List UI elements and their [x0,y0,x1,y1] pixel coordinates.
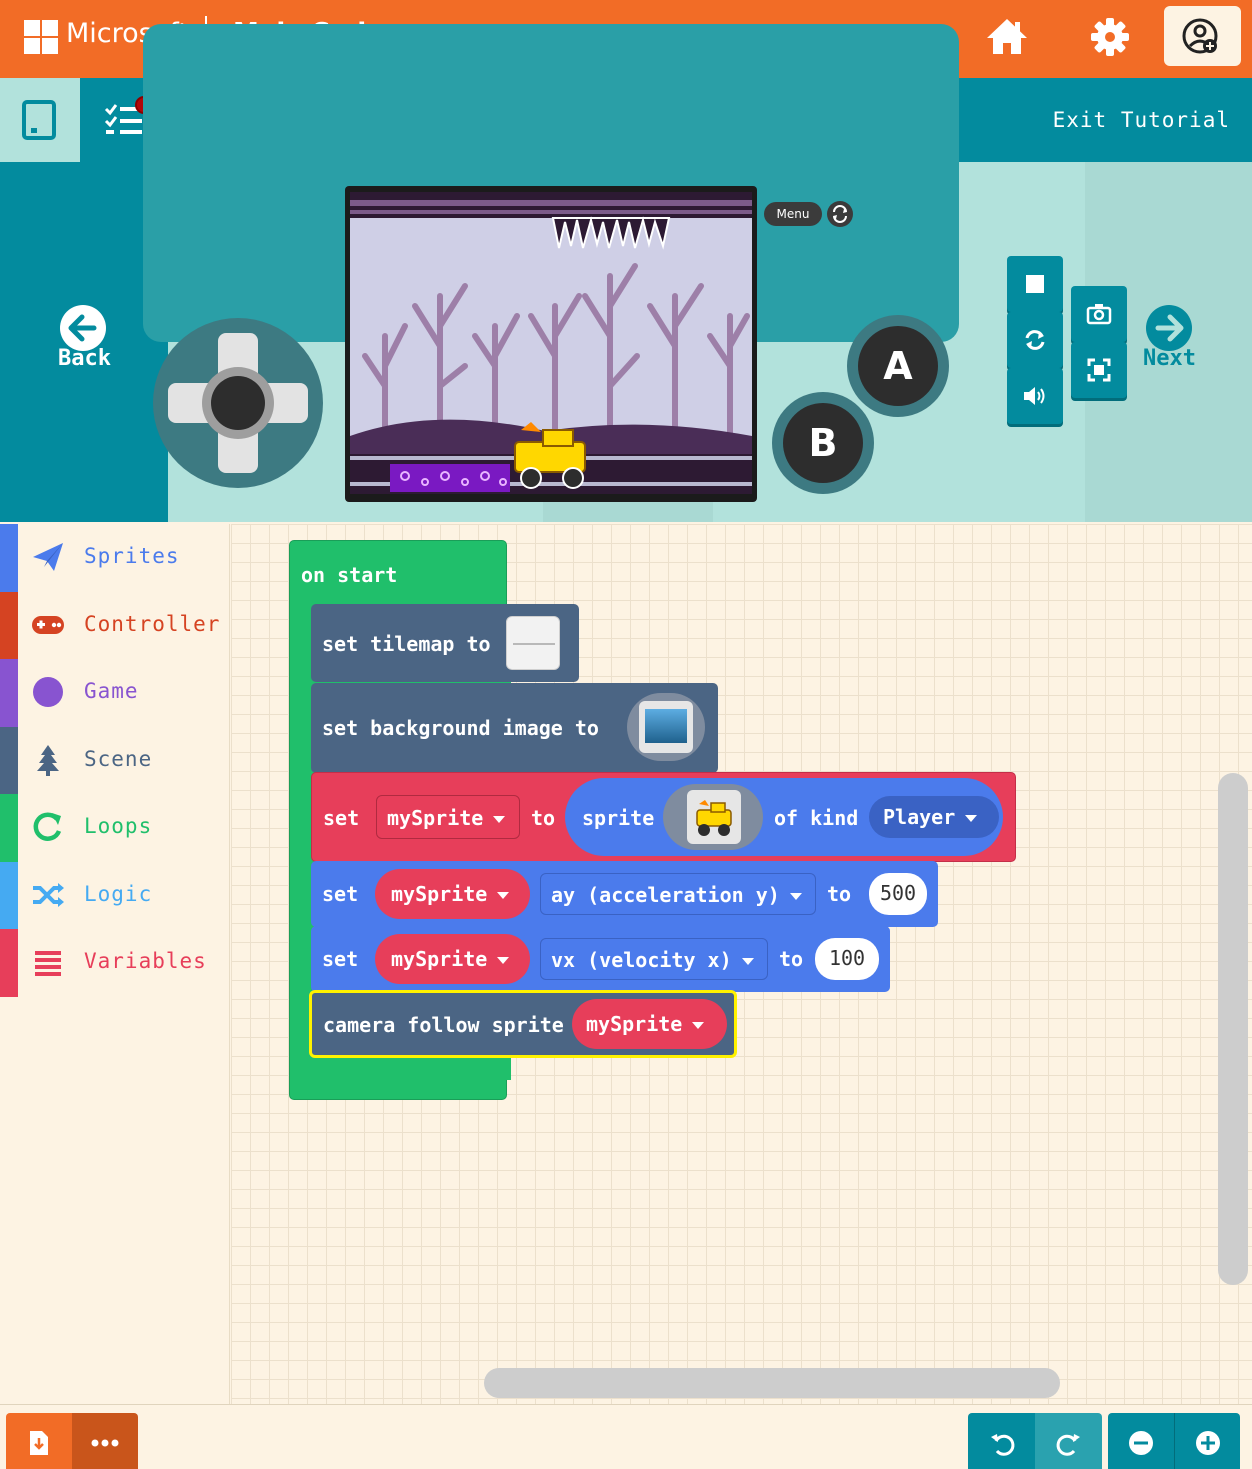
gear-icon[interactable] [1087,14,1133,60]
tilemap-thumbnail[interactable] [506,616,560,670]
microsoft-logo-icon [24,20,58,54]
variable-dropdown[interactable]: mySprite [375,869,530,919]
gamepad-icon [32,616,64,634]
simulator-tab[interactable] [0,78,80,162]
paper-plane-icon [33,543,63,571]
game-scene-image [350,192,752,494]
property-dropdown-ay[interactable]: ay (acceleration y) [540,873,816,915]
tree-icon [37,745,59,776]
sprite-image-thumbnail[interactable] [687,790,741,844]
a-button[interactable]: A [858,326,938,406]
plus-circle-icon [1196,1431,1220,1455]
next-button[interactable]: Next [1143,346,1196,371]
user-add-icon [1182,18,1218,54]
set-background-block[interactable]: set background image to [311,683,718,773]
acceleration-value-input[interactable]: 500 [869,873,927,915]
category-variables[interactable]: Variables [0,929,230,997]
vertical-scrollbar[interactable] [1218,773,1248,1285]
variable-dropdown[interactable]: mySprite [376,795,520,839]
velocity-value-input[interactable]: 100 [815,938,879,980]
dpad-icon [168,333,308,473]
stop-button[interactable] [1007,256,1063,312]
truck-sprite-icon [696,800,732,836]
redo-icon [1056,1434,1080,1456]
category-scene[interactable]: Scene [0,727,230,795]
fullscreen-icon [1087,358,1111,382]
zoom-out-button[interactable] [1108,1413,1174,1469]
set-velocity-block[interactable]: set mySprite vx (velocity x) to 100 [311,926,890,992]
dpad[interactable] [153,318,323,488]
set-tilemap-block[interactable]: set tilemap to [311,604,579,682]
bottom-toolbar [0,1404,1252,1469]
user-account-button[interactable] [1164,6,1241,66]
fullscreen-button[interactable] [1071,342,1127,398]
volume-icon [1024,387,1045,405]
kind-dropdown[interactable]: Player [869,796,999,838]
download-button[interactable] [6,1413,72,1469]
zoom-in-button[interactable] [1174,1413,1240,1469]
shuffle-icon [33,883,64,907]
loop-arrow-icon [33,812,62,841]
variable-dropdown[interactable]: mySprite [375,934,530,984]
undo-icon [991,1434,1015,1456]
category-sprites[interactable]: Sprites [0,524,230,592]
download-icon [30,1431,48,1455]
category-logic[interactable]: Logic [0,862,230,930]
set-acceleration-block[interactable]: set mySprite ay (acceleration y) to 500 [311,861,938,927]
horizontal-scrollbar[interactable] [484,1368,1060,1398]
back-button[interactable]: Back [58,346,111,371]
category-loops[interactable]: Loops [0,794,230,862]
category-controller[interactable]: Controller [0,592,230,660]
home-icon[interactable] [984,14,1030,60]
screenshot-button[interactable] [1071,286,1127,342]
ellipsis-icon [91,1439,119,1447]
minus-circle-icon [1129,1431,1153,1455]
refresh-icon[interactable] [827,201,853,227]
sprite-of-kind-block[interactable]: sprite of kind Player [565,778,1003,856]
b-button[interactable]: B [783,403,863,483]
redo-button[interactable] [1035,1413,1102,1469]
blocks-workspace[interactable]: on start set tilemap to set background i… [231,524,1252,1404]
exit-tutorial-button[interactable]: Exit Tutorial [1053,108,1230,132]
menu-button[interactable]: Menu [764,202,822,226]
more-options-button[interactable] [72,1413,138,1469]
next-arrow-icon[interactable] [1146,305,1192,351]
circle-icon [33,677,63,707]
background-thumbnail[interactable] [639,701,693,753]
set-sprite-block[interactable]: set mySprite to sprite of kind Player [311,772,1016,862]
undo-button[interactable] [968,1413,1035,1469]
restart-button[interactable] [1007,312,1063,368]
back-arrow-icon[interactable] [60,305,106,351]
list-lines-icon [35,951,61,976]
category-game[interactable]: Game [0,659,230,727]
property-dropdown-vx[interactable]: vx (velocity x) [540,938,768,980]
mute-button[interactable] [1007,368,1063,424]
device-icon [22,100,56,140]
variable-dropdown[interactable]: mySprite [572,999,727,1049]
camera-follow-block[interactable]: camera follow sprite mySprite [309,990,737,1058]
toolbox: Sprites Controller Game Scene Loops Logi… [0,524,230,1404]
stop-icon [1026,275,1044,293]
camera-icon [1086,304,1112,325]
restart-icon [1025,330,1045,350]
game-screen[interactable] [345,186,757,502]
